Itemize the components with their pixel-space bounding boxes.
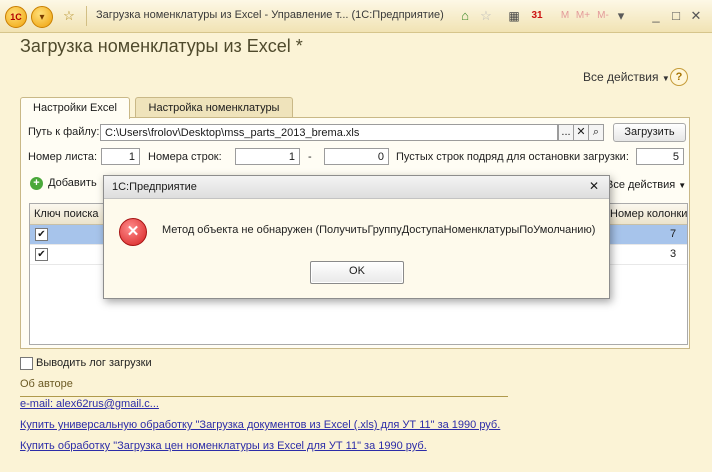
all-actions-menu[interactable]: Все действия ▼ [583, 70, 670, 84]
window-titlebar: 1С ▾ ☆ Загрузка номенклатуры из Excel - … [0, 0, 712, 33]
row-checkbox[interactable]: ✔ [35, 228, 48, 241]
ok-button[interactable]: OK [310, 261, 404, 284]
row-column-number: 3 [670, 248, 677, 260]
restore-icon[interactable]: □ [668, 8, 684, 24]
file-path-input[interactable]: C:\Users\frolov\Desktop\mss_parts_2013_b… [100, 124, 558, 141]
row-to-input[interactable]: 0 [324, 148, 389, 165]
empty-rows-input[interactable]: 5 [636, 148, 684, 165]
calculator-icon[interactable]: ▦ [505, 7, 523, 25]
load-button[interactable]: Загрузить [613, 123, 686, 142]
open-file-icon[interactable]: ⌕ [588, 124, 604, 141]
row-numbers-label: Номера строк: [148, 151, 222, 163]
log-checkbox[interactable] [20, 357, 33, 370]
memory-m-button[interactable]: M [556, 7, 574, 25]
help-icon[interactable]: ? [670, 68, 688, 86]
all-actions-label: Все действия [583, 70, 659, 84]
column-header-key[interactable]: Ключ поиска [34, 208, 99, 220]
tab-excel-settings[interactable]: Настройки Excel [20, 97, 130, 119]
column-header-number[interactable]: Номер колонки [610, 208, 687, 220]
buy-documents-link[interactable]: Купить универсальную обработку "Загрузка… [20, 419, 500, 431]
form-title: Загрузка номенклатуры из Excel * [20, 36, 303, 56]
row-checkbox[interactable]: ✔ [35, 248, 48, 261]
toolbar-divider [86, 6, 87, 26]
toolbar-dropdown-icon[interactable]: ▾ [612, 7, 630, 25]
add-label: Добавить [48, 177, 97, 189]
app-logo-icon[interactable]: 1С [5, 6, 27, 28]
table-all-actions-label: Все действия [606, 179, 676, 191]
row-column-number: 7 [670, 228, 677, 240]
close-icon[interactable]: ✕ [688, 8, 704, 24]
table-all-actions-menu[interactable]: Все действия ▼ [606, 179, 686, 191]
tab-nomenclature-settings[interactable]: Настройка номенклатуры [135, 97, 293, 118]
minimize-icon[interactable]: _ [648, 8, 664, 24]
buy-prices-link[interactable]: Купить обработку "Загрузка цен номенклат… [20, 440, 427, 452]
footer-divider [20, 396, 508, 397]
dialog-title: 1С:Предприятие [112, 181, 197, 193]
chevron-down-icon: ▼ [661, 74, 670, 83]
memory-mplus-button[interactable]: M+ [574, 7, 592, 25]
dialog-close-icon[interactable]: ✕ [589, 179, 599, 193]
favorites-star-icon[interactable]: ☆ [60, 7, 78, 25]
main-menu-icon[interactable]: ▾ [31, 6, 53, 28]
sheet-number-input[interactable]: 1 [101, 148, 140, 165]
dialog-titlebar: 1С:Предприятие ✕ [104, 176, 609, 199]
log-checkbox-label: Выводить лог загрузки [36, 357, 152, 369]
chevron-down-icon: ▼ [678, 181, 687, 190]
error-icon: ✕ [119, 218, 147, 246]
home-icon[interactable]: ⌂ [456, 7, 474, 25]
clear-file-icon[interactable]: ✕ [573, 124, 589, 141]
select-file-button[interactable]: ... [558, 124, 574, 141]
memory-mminus-button[interactable]: M- [594, 7, 612, 25]
email-link[interactable]: e-mail: alex62rus@gmail.c... [20, 398, 159, 410]
about-author-label: Об авторе [20, 378, 73, 390]
row-from-input[interactable]: 1 [235, 148, 300, 165]
file-path-label: Путь к файлу: [28, 126, 100, 138]
sheet-number-label: Номер листа: [28, 151, 98, 163]
window-title: Загрузка номенклатуры из Excel - Управле… [96, 9, 444, 21]
calendar-icon[interactable]: 31 [528, 7, 546, 25]
row-range-dash: - [308, 151, 312, 163]
error-dialog: 1С:Предприятие ✕ ✕ Метод объекта не обна… [103, 175, 610, 299]
add-icon: + [30, 177, 43, 190]
empty-rows-label: Пустых строк подряд для остановки загруз… [396, 151, 629, 163]
history-icon[interactable]: ☆ [477, 7, 495, 25]
error-message: Метод объекта не обнаружен (ПолучитьГруп… [162, 224, 596, 236]
